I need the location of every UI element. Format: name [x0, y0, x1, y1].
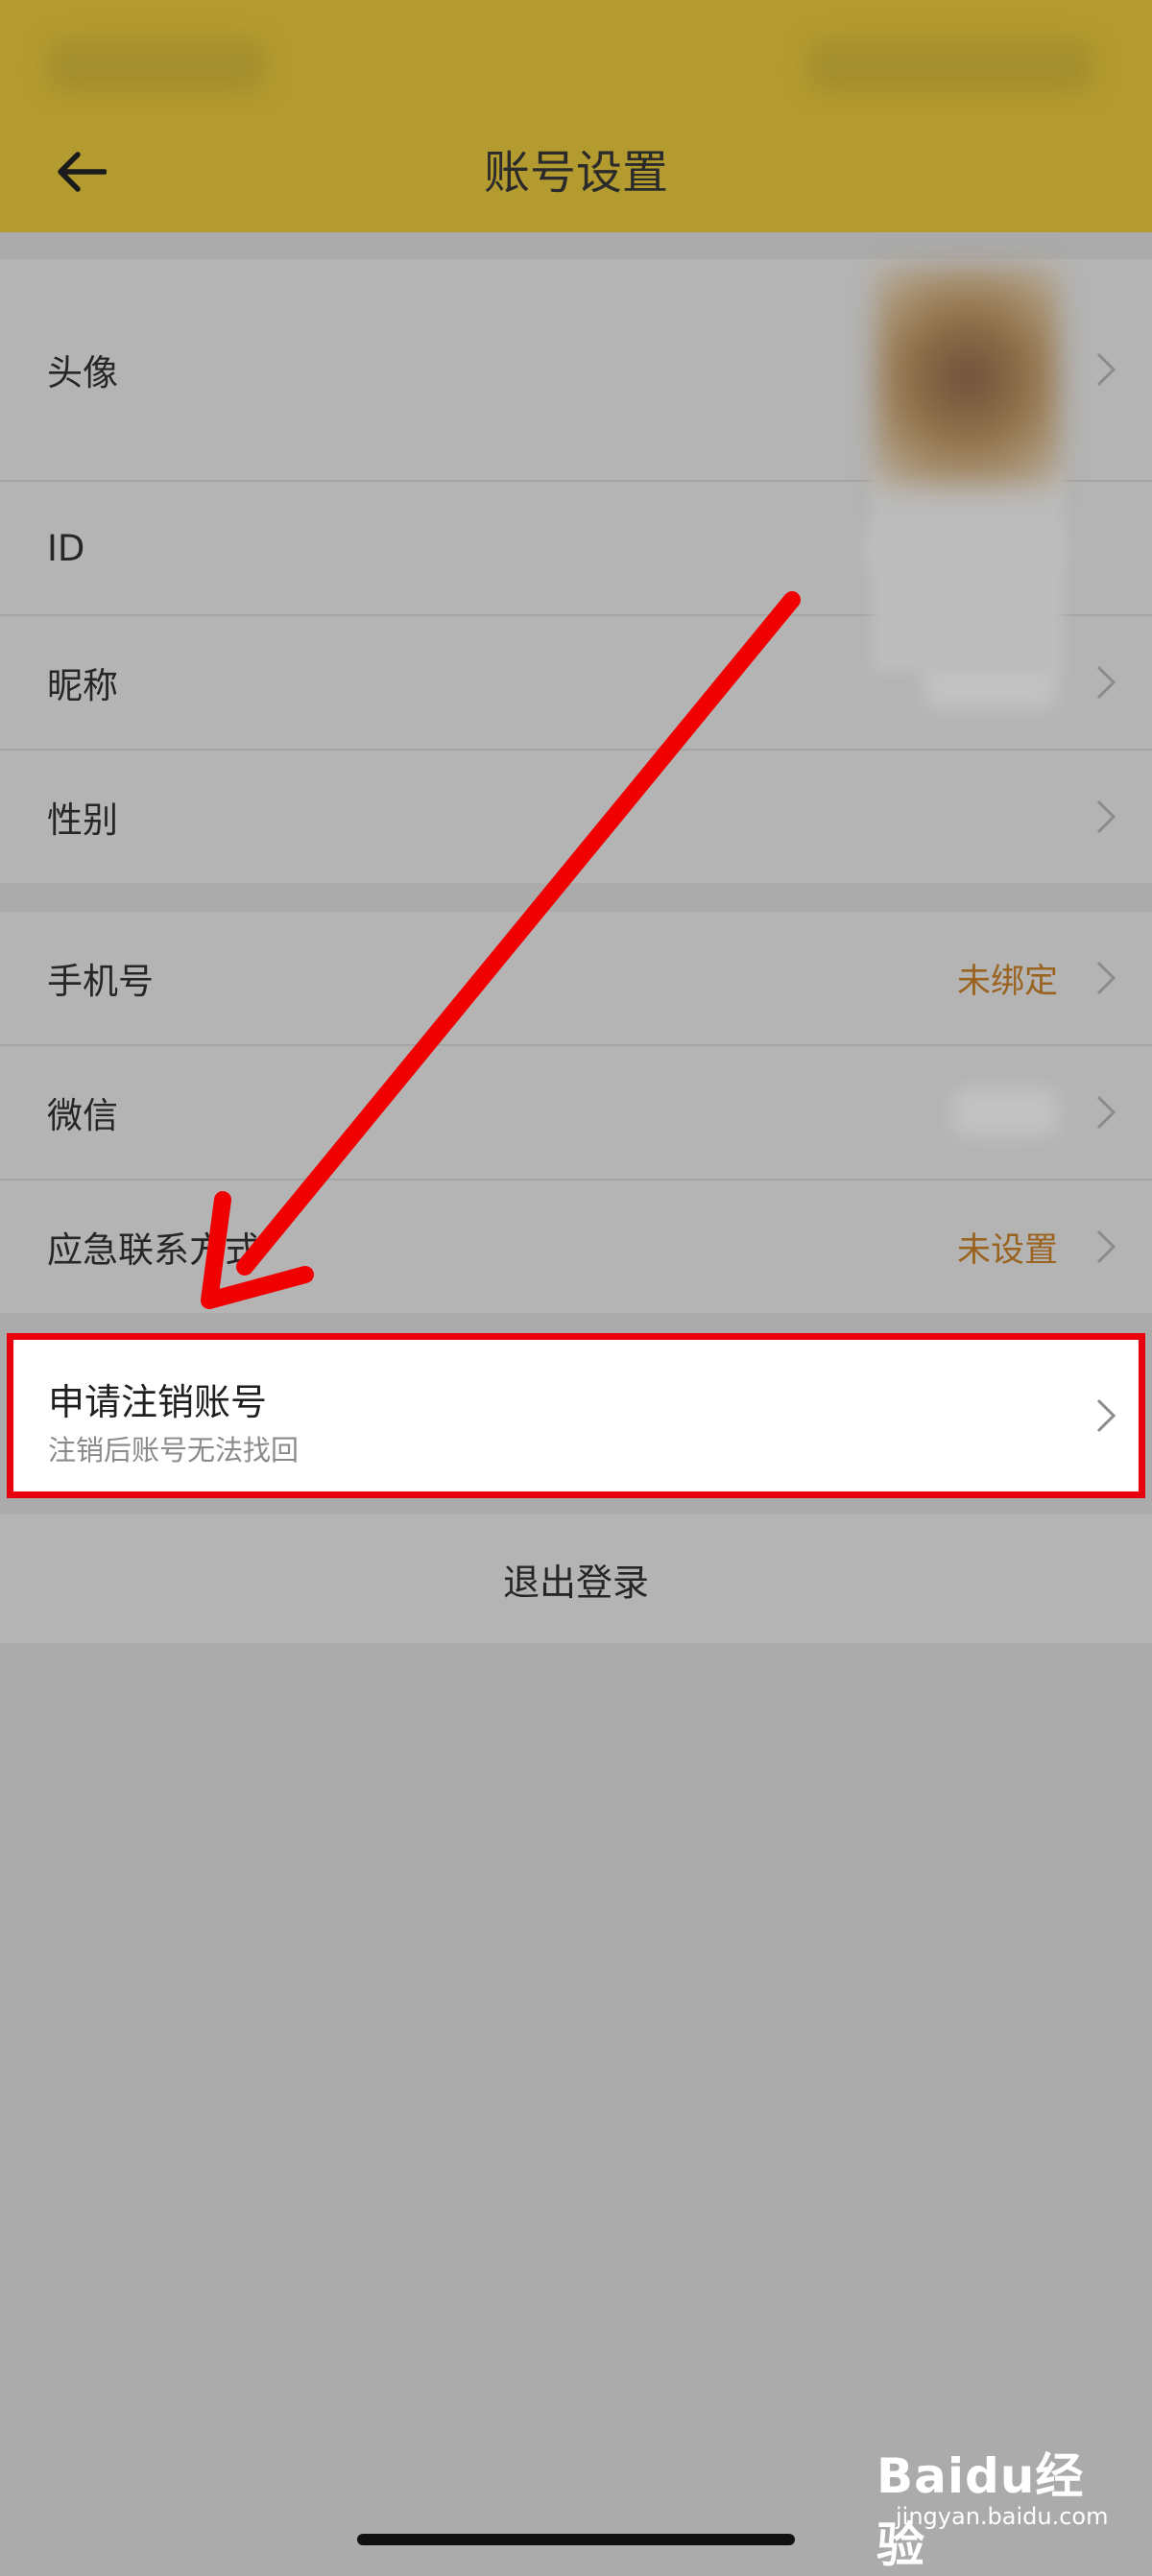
baidu-jingyan-watermark: Baidu经验 jingyan.baidu.com — [869, 2438, 1108, 2573]
wechat-value-blurred — [952, 1088, 1058, 1136]
chevron-right-icon — [1096, 961, 1116, 995]
logout-button[interactable]: 退出登录 — [0, 1515, 1152, 1643]
wechat-row[interactable]: 微信 — [0, 1046, 1152, 1179]
phone-label: 手机号 — [47, 961, 154, 1002]
status-bar-left-blur — [46, 38, 267, 94]
chevron-right-icon — [1096, 665, 1116, 700]
chevron-right-icon — [1096, 799, 1116, 834]
nickname-label: 昵称 — [47, 665, 118, 706]
deregister-subtitle: 注销后账号无法找回 — [48, 1434, 300, 1467]
deregister-title: 申请注销账号 — [48, 1381, 268, 1423]
chevron-right-icon — [1096, 352, 1116, 387]
chevron-right-icon — [1096, 1095, 1116, 1130]
status-bar-right-blur — [806, 38, 1094, 94]
chevron-right-icon — [1096, 1398, 1116, 1433]
phone-row[interactable]: 手机号 未绑定 — [0, 912, 1152, 1044]
id-label: ID — [47, 527, 85, 569]
avatar[interactable] — [876, 267, 1060, 488]
page-title: 账号设置 — [483, 146, 668, 200]
emergency-contact-status: 未设置 — [956, 1230, 1058, 1270]
binding-section: 手机号 未绑定 微信 应急联系方式 未设置 — [0, 912, 1152, 1313]
wechat-label: 微信 — [47, 1095, 118, 1136]
emergency-contact-label: 应急联系方式 — [47, 1229, 260, 1271]
avatar-blur-overlay — [872, 470, 1064, 672]
home-indicator — [357, 2534, 795, 2545]
deregister-account-row[interactable]: 申请注销账号 注销后账号无法找回 — [7, 1333, 1145, 1498]
chevron-right-icon — [1096, 1229, 1116, 1264]
emergency-contact-row[interactable]: 应急联系方式 未设置 — [0, 1181, 1152, 1313]
phone-status: 未绑定 — [956, 962, 1058, 1001]
watermark-url: jingyan.baidu.com — [896, 2503, 1109, 2530]
gender-label: 性别 — [47, 799, 118, 841]
avatar-label: 头像 — [47, 352, 118, 394]
gender-row[interactable]: 性别 — [0, 751, 1152, 883]
